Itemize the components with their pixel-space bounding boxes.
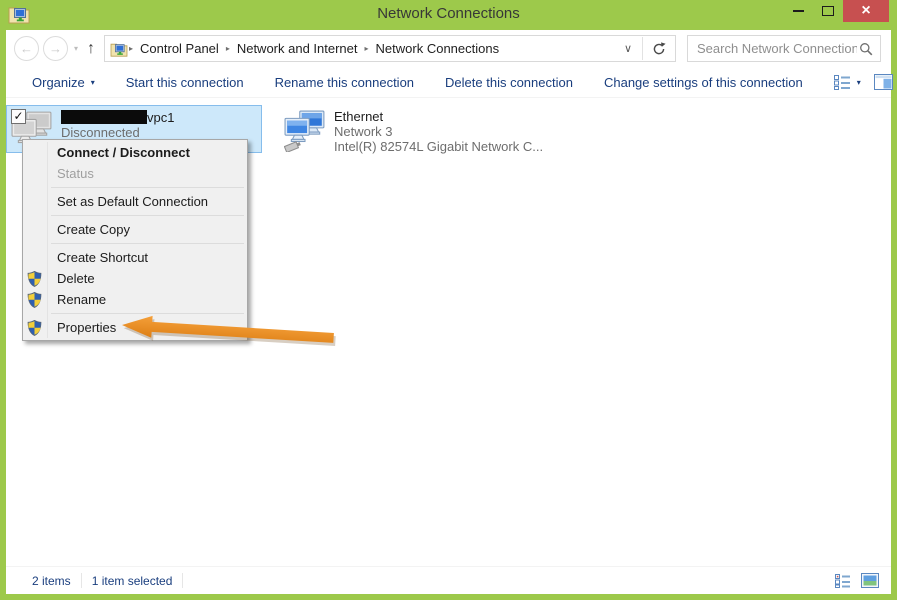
ethernet-name: Ethernet xyxy=(334,109,532,124)
menu-item-create-shortcut[interactable]: Create Shortcut xyxy=(23,247,247,268)
close-button[interactable]: × xyxy=(843,0,889,22)
organize-button[interactable]: Organize ▾ xyxy=(32,75,95,90)
vpn-status: Disconnected xyxy=(61,125,174,140)
items-count: 2 items xyxy=(32,574,71,588)
statusbar-view-icons xyxy=(835,573,879,588)
details-view-icon xyxy=(834,75,851,90)
start-connection-button[interactable]: Start this connection xyxy=(126,75,244,90)
menu-item-set-default[interactable]: Set as Default Connection xyxy=(23,191,247,212)
uac-shield-icon xyxy=(27,320,42,336)
context-menu: Connect / Disconnect Status Set as Defau… xyxy=(22,139,248,341)
thumbnail-view-toggle-icon[interactable] xyxy=(861,573,879,588)
delete-connection-button[interactable]: Delete this connection xyxy=(445,75,573,90)
address-bar[interactable]: ▸ Control Panel ▸ Network and Internet ▸… xyxy=(104,35,676,62)
menu-item-rename[interactable]: Rename xyxy=(23,289,247,310)
organize-label: Organize xyxy=(32,75,85,90)
window-title: Network Connections xyxy=(0,5,897,22)
preview-pane-icon xyxy=(874,74,893,90)
toolbar-view-icons: ▾ ? xyxy=(834,72,897,92)
search-box[interactable] xyxy=(687,35,881,62)
close-icon: × xyxy=(861,1,870,21)
status-divider xyxy=(81,573,82,588)
minimize-button[interactable] xyxy=(783,0,813,22)
maximize-icon xyxy=(822,6,834,16)
chevron-down-icon: ▾ xyxy=(857,78,861,87)
connections-list: ✓ vpc1 Disconnected xyxy=(6,98,891,566)
back-button[interactable]: ← xyxy=(14,36,39,61)
rename-connection-button[interactable]: Rename this connection xyxy=(275,75,414,90)
command-toolbar: Organize ▾ Start this connection Rename … xyxy=(6,67,891,98)
change-settings-button[interactable]: Change settings of this connection xyxy=(604,75,803,90)
change-view-button[interactable]: ▾ xyxy=(834,75,861,90)
redacted-name xyxy=(61,110,147,124)
client-area: ← → ▾ ↑ ▸ Control Panel ▸ Network and In… xyxy=(6,30,891,594)
forward-icon: → xyxy=(49,41,62,56)
navigation-bar: ← → ▾ ↑ ▸ Control Panel ▸ Network and In… xyxy=(6,30,891,67)
vpn-name-suffix: vpc1 xyxy=(147,110,174,125)
ethernet-device: Intel(R) 82574L Gigabit Network C... xyxy=(334,139,532,154)
menu-item-properties[interactable]: Properties xyxy=(23,317,247,338)
status-bar: 2 items 1 item selected xyxy=(6,566,891,594)
chevron-down-icon: ▾ xyxy=(91,78,95,87)
preview-pane-button[interactable] xyxy=(874,74,893,90)
uac-shield-icon xyxy=(27,292,42,308)
refresh-icon xyxy=(652,42,666,56)
menu-item-status[interactable]: Status xyxy=(23,163,247,184)
breadcrumb-network-connections[interactable]: Network Connections xyxy=(370,39,506,58)
ethernet-connection-icon xyxy=(284,110,326,152)
forward-button[interactable]: → xyxy=(43,36,68,61)
title-bar: Network Connections × xyxy=(0,0,897,30)
minimize-icon xyxy=(793,10,804,12)
menu-item-create-copy[interactable]: Create Copy xyxy=(23,219,247,240)
menu-item-delete-label: Delete xyxy=(57,271,95,286)
selected-count: 1 item selected xyxy=(92,574,173,588)
back-icon: ← xyxy=(20,41,33,56)
selection-checkbox[interactable]: ✓ xyxy=(11,109,26,124)
recent-locations-dropdown[interactable]: ▾ xyxy=(74,44,78,53)
uac-shield-icon xyxy=(27,271,42,287)
vpn-name-line: vpc1 xyxy=(61,110,174,125)
refresh-button[interactable] xyxy=(643,42,675,56)
search-input[interactable] xyxy=(695,40,859,57)
ethernet-network: Network 3 xyxy=(334,124,532,139)
connection-tile-ethernet[interactable]: Ethernet Network 3 Intel(R) 82574L Gigab… xyxy=(280,105,536,153)
menu-separator xyxy=(51,243,244,244)
ethernet-tile-icon-area xyxy=(284,108,328,150)
menu-item-properties-label: Properties xyxy=(57,320,116,335)
details-view-toggle-icon[interactable] xyxy=(835,574,851,588)
check-icon: ✓ xyxy=(13,109,23,123)
network-connections-window: Network Connections × ← → ▾ ↑ ▸ xyxy=(0,0,897,600)
maximize-button[interactable] xyxy=(813,0,843,22)
menu-separator xyxy=(51,187,244,188)
up-button[interactable]: ↑ xyxy=(87,40,95,58)
menu-item-delete[interactable]: Delete xyxy=(23,268,247,289)
location-icon xyxy=(110,41,128,57)
status-divider xyxy=(182,573,183,588)
window-controls: × xyxy=(783,0,889,22)
menu-item-rename-label: Rename xyxy=(57,292,106,307)
menu-separator xyxy=(51,313,244,314)
menu-separator xyxy=(51,215,244,216)
breadcrumb-network-and-internet[interactable]: Network and Internet xyxy=(231,39,364,58)
menu-item-connect-disconnect[interactable]: Connect / Disconnect xyxy=(23,142,247,163)
ethernet-tile-text: Ethernet Network 3 Intel(R) 82574L Gigab… xyxy=(334,108,532,150)
address-dropdown-icon[interactable]: ∨ xyxy=(614,42,642,55)
search-icon xyxy=(859,42,873,56)
breadcrumb-control-panel[interactable]: Control Panel xyxy=(134,39,225,58)
